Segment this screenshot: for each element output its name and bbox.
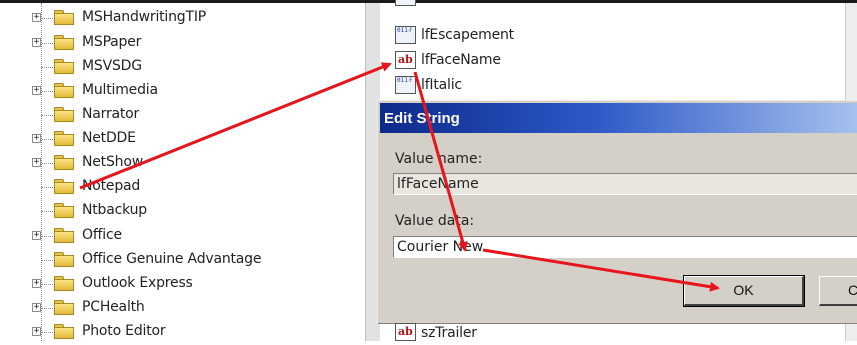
binary-value-icon (395, 76, 416, 94)
value-data-field[interactable]: Courier New (393, 236, 857, 258)
value-name-label: lfEscapement (421, 27, 514, 43)
tree-item[interactable]: + MSPaper (32, 32, 362, 54)
expand-icon[interactable]: + (32, 134, 41, 143)
string-value-icon (395, 323, 416, 341)
tree-item[interactable]: Ntbackup (32, 200, 362, 222)
tree-item-label: Photo Editor (82, 323, 166, 339)
binary-value-icon (395, 26, 416, 44)
tree-item[interactable]: + Office (32, 225, 362, 247)
value-name-label: szTrailer (421, 325, 477, 341)
folder-icon (54, 228, 74, 243)
string-value-icon (395, 51, 416, 69)
tree-item-label: Notepad (82, 178, 141, 194)
tree-item[interactable]: + Multimedia (32, 80, 362, 102)
expand-icon[interactable]: + (32, 303, 41, 312)
value-name-field: lfFaceName (393, 173, 857, 195)
folder-icon (54, 59, 74, 74)
expand-icon[interactable]: + (32, 231, 41, 240)
tree-item[interactable]: Office Genuine Advantage (32, 249, 362, 271)
tree-item[interactable]: + Photo Editor (32, 321, 362, 341)
cancel-button[interactable]: C (819, 276, 857, 306)
tree-item-label: Outlook Express (82, 275, 193, 291)
expand-icon[interactable]: + (32, 13, 41, 22)
folder-icon (54, 179, 74, 194)
value-name-field-label: Value name: (395, 151, 483, 167)
folder-icon (54, 155, 74, 170)
tree-item[interactable]: + NetDDE (32, 128, 362, 150)
registry-key-tree[interactable]: + MSHandwritingTIP + MSPaper MSVSDG + Mu… (0, 3, 365, 341)
expand-icon[interactable]: + (32, 38, 41, 47)
dialog-titlebar[interactable]: Edit String (380, 103, 857, 133)
binary-value-icon (395, 0, 416, 6)
folder-icon (54, 300, 74, 315)
tree-item-label: Office (82, 227, 122, 243)
tree-item[interactable]: + MSHandwritingTIP (32, 7, 362, 29)
folder-icon (54, 83, 74, 98)
tree-item-label: NetShow (82, 154, 143, 170)
expand-icon[interactable]: + (32, 158, 41, 167)
value-name-label: lfItalic (421, 77, 462, 93)
expand-icon[interactable]: + (32, 86, 41, 95)
edit-string-dialog: Edit String Value name: lfFaceName Value… (377, 100, 857, 324)
expand-icon[interactable]: + (32, 279, 41, 288)
tree-item-label: MSVSDG (82, 58, 142, 74)
tree-item[interactable]: + NetShow (32, 152, 362, 174)
folder-icon (54, 35, 74, 50)
dialog-title: Edit String (384, 110, 460, 127)
value-name-label: lfFaceName (421, 52, 501, 68)
folder-icon (54, 107, 74, 122)
tree-item-notepad[interactable]: Notepad (32, 176, 362, 198)
value-row[interactable]: szTrailer (395, 321, 695, 345)
tree-item-label: Office Genuine Advantage (82, 251, 262, 267)
folder-icon (54, 131, 74, 146)
tree-item[interactable]: + PCHealth (32, 297, 362, 319)
folder-icon (54, 276, 74, 291)
ok-button[interactable]: OK (683, 275, 805, 307)
tree-item-label: Narrator (82, 106, 140, 122)
tree-item[interactable]: + Outlook Express (32, 273, 362, 295)
tree-item-label: NetDDE (82, 130, 136, 146)
folder-icon (54, 203, 74, 218)
tree-item-label: Multimedia (82, 82, 158, 98)
expand-icon[interactable]: + (32, 327, 41, 336)
value-row[interactable]: lfEscapement (395, 24, 695, 48)
folder-icon (54, 10, 74, 25)
value-row-partial[interactable] (395, 0, 695, 24)
tree-item[interactable]: MSVSDG (32, 56, 362, 78)
value-row[interactable]: lfItalic (395, 74, 695, 98)
tree-item-label: PCHealth (82, 299, 145, 315)
folder-icon (54, 324, 74, 339)
value-data-field-label: Value data: (395, 213, 475, 229)
tree-item[interactable]: Narrator (32, 104, 362, 126)
folder-icon (54, 252, 74, 267)
tree-item-label: MSHandwritingTIP (82, 9, 206, 25)
value-row-lffacename[interactable]: lfFaceName (395, 49, 695, 73)
tree-item-label: Ntbackup (82, 202, 147, 218)
tree-item-label: MSPaper (82, 34, 142, 50)
